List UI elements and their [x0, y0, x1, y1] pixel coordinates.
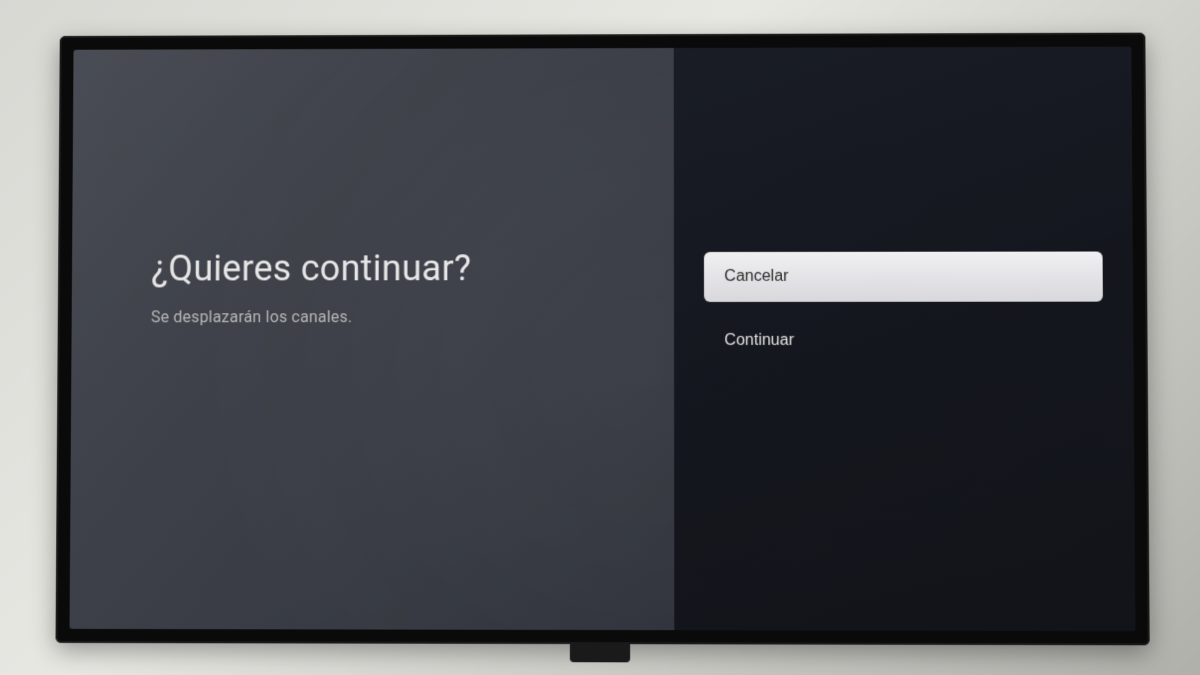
continue-button[interactable]: Continuar — [704, 315, 1103, 365]
tv-bezel: ¿Quieres continuar? Se desplazarán los c… — [55, 32, 1149, 645]
dialog-info-pane: ¿Quieres continuar? Se desplazarán los c… — [70, 47, 675, 629]
tv-stand — [570, 644, 630, 662]
dialog-title: ¿Quieres continuar? — [151, 247, 624, 289]
dialog-subtitle: Se desplazarán los canales. — [151, 307, 624, 326]
tv-screen: ¿Quieres continuar? Se desplazarán los c… — [70, 46, 1136, 631]
dialog-options-pane: Cancelar Continuar — [674, 46, 1135, 631]
cancel-button[interactable]: Cancelar — [704, 251, 1103, 301]
